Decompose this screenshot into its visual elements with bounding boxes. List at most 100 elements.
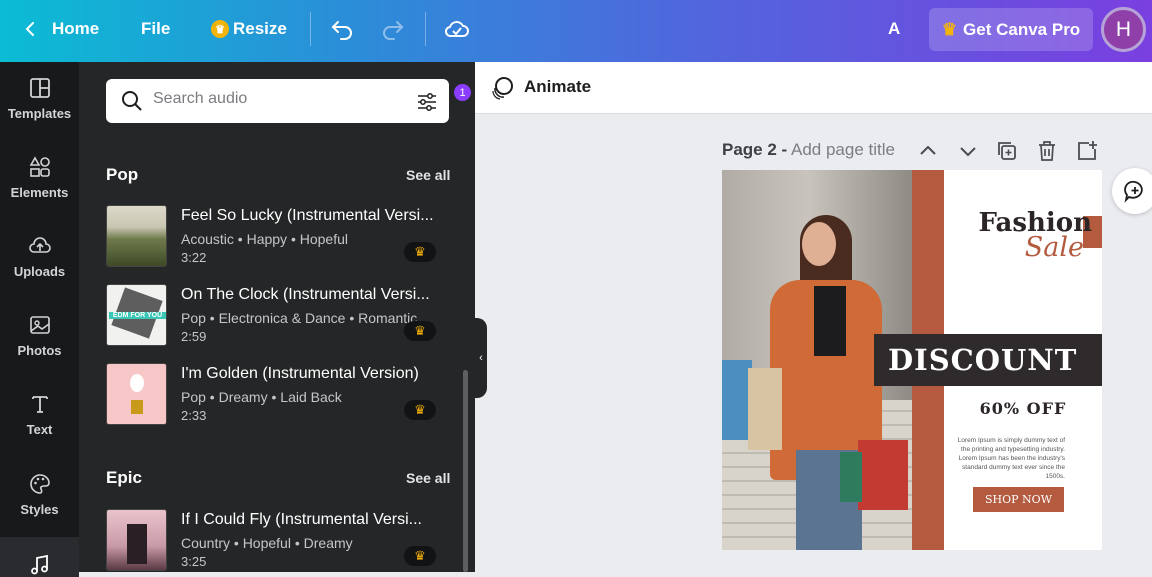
track-tags: Pop • Electronica & Dance • Romantic [181,310,418,326]
chevron-left-icon: ‹ [479,352,483,364]
rail-item-styles[interactable]: Styles [0,458,79,530]
filter-icon[interactable] [416,91,438,113]
body-text: Lorem Ipsum is simply dummy text of the … [957,437,1065,480]
track-duration: 3:22 [181,250,207,265]
resize-label: Resize [233,19,287,38]
top-bar: Home File ♛ Resize A ♛ Get Canva Pro H [0,0,1152,62]
file-button[interactable]: File [141,0,170,58]
rail-item-photos[interactable]: Photos [0,299,79,371]
context-toolbar: Animate [475,62,1152,114]
page-header: Page 2 - Add page title [722,140,895,160]
photo-bag-cream [748,368,782,450]
section-title-epic: Epic [106,468,142,487]
audio-track[interactable]: EDM FOR YOU On The Clock (Instrumental V… [106,284,446,346]
rail-label: Styles [20,501,59,517]
crown-icon: ♛ [211,20,229,38]
audio-track[interactable]: I'm Golden (Instrumental Version) Pop • … [106,363,446,425]
get-canva-pro-button[interactable]: ♛ Get Canva Pro [929,8,1093,51]
track-thumbnail [106,509,167,571]
cloud-check-icon [444,21,469,37]
see-all-epic-link[interactable]: See all [406,470,450,486]
rail-label: Photos [17,342,62,358]
search-icon [122,91,142,111]
chevron-left-icon [25,22,34,36]
shop-now-button: SHOP NOW [973,487,1064,512]
add-page-icon[interactable] [1075,139,1099,163]
duplicate-page-icon[interactable] [995,139,1019,163]
search-input[interactable] [153,90,403,108]
save-status-button[interactable] [444,0,470,58]
offer-text: 60% OFF [979,399,1067,418]
rail-label: Text [26,421,53,437]
design-page[interactable]: Fashion Sale DISCOUNT 60% OFF Lorem Ipsu… [722,170,1102,550]
rail-item-audio[interactable] [0,537,79,577]
left-rail: Templates Elements Uploads Photos Text S… [0,62,79,577]
audio-panel: 1 Pop See all Feel So Lucky (Instrumenta… [79,62,475,572]
rail-item-elements[interactable]: Elements [0,141,79,213]
file-label: File [141,19,171,38]
pro-crown-badge: ♛ [404,400,436,420]
pro-crown-badge: ♛ [404,546,436,566]
avatar-initial: H [1115,17,1132,41]
track-duration: 2:33 [181,408,207,423]
rail-item-text[interactable]: Text [0,378,79,450]
text-a-label: A [888,19,901,38]
page-label: Page 2 - [722,140,788,159]
rail-item-templates[interactable]: Templates [0,62,79,134]
comment-add-icon [1124,180,1143,203]
add-comment-button[interactable] [1112,168,1152,214]
crown-icon: ♛ [414,402,426,417]
track-tags: Country • Hopeful • Dreamy [181,535,353,551]
crown-icon: ♛ [414,323,426,338]
discount-banner: DISCOUNT [874,334,1102,386]
templates-icon [29,77,50,98]
track-thumbnail [106,363,167,425]
photo-shirt [814,286,846,356]
track-tags: Acoustic • Happy • Hopeful [181,231,348,247]
animate-icon [492,77,513,100]
undo-icon [331,21,352,40]
collapse-panel-button[interactable]: ‹ [475,318,487,398]
trash-icon[interactable] [1035,139,1059,163]
track-thumbnail [106,205,167,267]
track-duration: 2:59 [181,329,207,344]
crown-icon: ♛ [941,19,958,39]
rail-item-uploads[interactable]: Uploads [0,220,79,292]
text-icon [31,395,48,413]
home-label: Home [52,19,100,38]
chevron-up-icon[interactable] [916,139,940,163]
thumb-text: EDM FOR YOU [109,312,166,319]
undo-button[interactable] [330,0,354,58]
divider [425,12,426,46]
rail-label: Uploads [13,263,66,279]
resize-button[interactable]: ♛ Resize [211,0,287,58]
chevron-down-icon[interactable] [956,139,980,163]
avatar[interactable]: H [1101,7,1146,52]
page-title-input[interactable]: Add page title [791,140,895,159]
pro-crown-badge: ♛ [404,242,436,262]
rail-label: Templates [7,105,72,121]
track-title: If I Could Fly (Instrumental Versi... [181,511,422,528]
elements-icon [29,155,50,177]
pro-label: Get Canva Pro [963,19,1081,39]
animate-button[interactable]: Animate [524,77,591,97]
audio-track[interactable]: Feel So Lucky (Instrumental Versi... Aco… [106,205,446,267]
crown-icon: ♛ [414,244,426,259]
home-button[interactable]: Home [22,0,99,58]
panel-scrollbar[interactable] [463,370,468,572]
section-title-pop: Pop [106,165,139,184]
see-all-pop-link[interactable]: See all [406,167,450,183]
uploads-icon [28,236,51,253]
text-a-button[interactable]: A [888,0,900,58]
thumb-tower [127,524,147,564]
thumb-balloon [130,374,144,392]
redo-button[interactable] [381,0,405,58]
track-tags: Pop • Dreamy • Laid Back [181,389,342,405]
audio-icon [30,554,48,575]
search-box: 1 [106,79,471,123]
track-title: Feel So Lucky (Instrumental Versi... [181,207,434,224]
filter-count-badge: 1 [454,84,471,101]
crown-icon: ♛ [414,548,426,563]
divider [310,12,311,46]
audio-track[interactable]: If I Could Fly (Instrumental Versi... Co… [106,509,446,571]
